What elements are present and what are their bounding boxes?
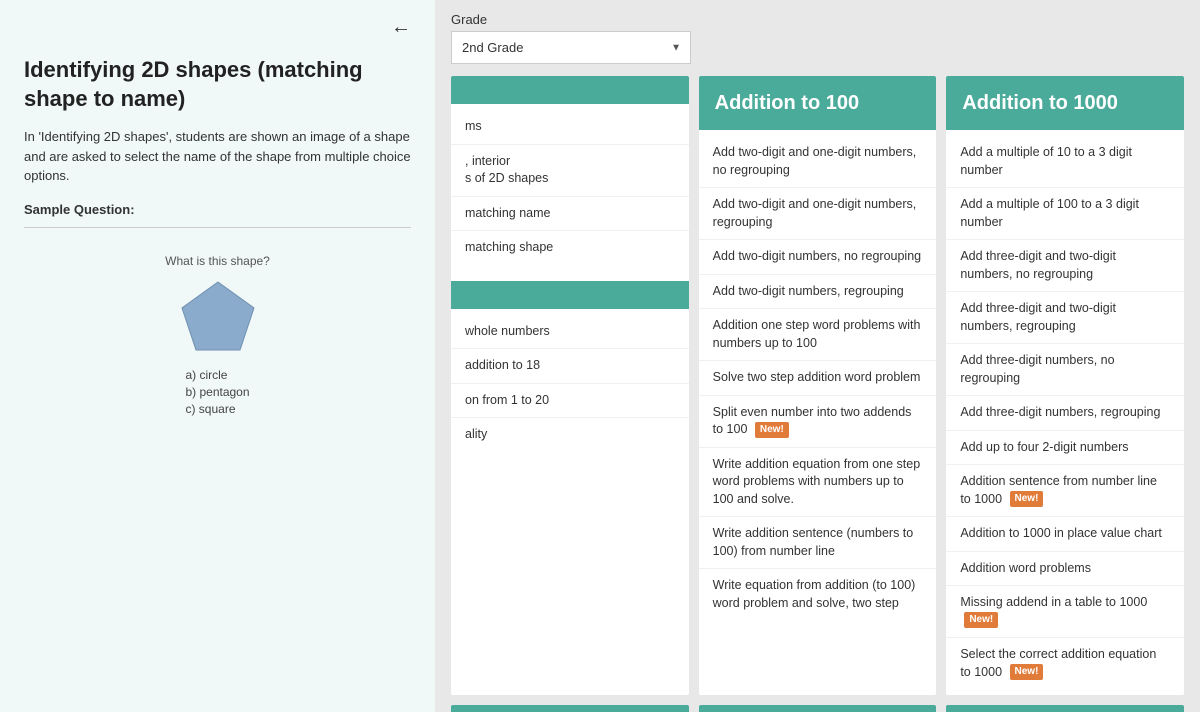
- list-item[interactable]: Write addition sentence (numbers to 100)…: [699, 517, 937, 569]
- list-item[interactable]: Addition sentence from number line to 10…: [946, 465, 1184, 517]
- list-item[interactable]: , interiors of 2D shapes: [451, 145, 689, 197]
- list-item[interactable]: Addition to 1000 in place value chart: [946, 517, 1184, 552]
- divider: [24, 227, 411, 228]
- col1-items2: whole numbers addition to 18 on from 1 t…: [451, 309, 689, 458]
- addition-to-100-items: Add two-digit and one-digit numbers, no …: [699, 130, 937, 626]
- col1-header2: [451, 281, 689, 309]
- new-badge: New!: [1010, 491, 1044, 507]
- list-item[interactable]: Addition word problems: [946, 552, 1184, 587]
- addition-to-1000-card: Addition to 1000 Add a multiple of 10 to…: [946, 76, 1184, 695]
- col1-card: ms , interiors of 2D shapes matching nam…: [451, 76, 689, 695]
- bottom-col3-card: [946, 705, 1184, 712]
- bottom-col1-header: [451, 705, 689, 712]
- comparing-numbers-card: Comparing Numbers: [699, 705, 937, 712]
- grade-select-wrapper[interactable]: 2nd Grade 1st Grade 3rd Grade: [451, 31, 691, 64]
- list-item[interactable]: ms: [451, 110, 689, 145]
- answer-option-a[interactable]: a) circle: [185, 368, 249, 382]
- list-item[interactable]: ality: [451, 418, 689, 452]
- list-item[interactable]: Addition one step word problems with num…: [699, 309, 937, 361]
- sample-label: Sample Question:: [24, 202, 411, 217]
- grade-select-wrap: Grade 2nd Grade 1st Grade 3rd Grade: [451, 12, 691, 64]
- bottom-col3-header: [946, 705, 1184, 712]
- sample-question-text: What is this shape?: [165, 254, 270, 268]
- addition-to-1000-header: Addition to 1000: [946, 76, 1184, 130]
- right-panel: Grade 2nd Grade 1st Grade 3rd Grade ms ,…: [435, 0, 1200, 712]
- grade-row: Grade 2nd Grade 1st Grade 3rd Grade: [451, 12, 1184, 64]
- answer-options: a) circle b) pentagon c) square: [185, 368, 249, 419]
- list-item[interactable]: on from 1 to 20: [451, 384, 689, 419]
- list-item[interactable]: Add two-digit numbers, no regrouping: [699, 240, 937, 275]
- addition-to-1000-items: Add a multiple of 10 to a 3 digit number…: [946, 130, 1184, 695]
- answer-option-b[interactable]: b) pentagon: [185, 385, 249, 399]
- left-panel: ← Identifying 2D shapes (matching shape …: [0, 0, 435, 712]
- list-item[interactable]: Solve two step addition word problem: [699, 361, 937, 396]
- answer-option-c[interactable]: c) square: [185, 402, 249, 416]
- comparing-numbers-header: Comparing Numbers: [699, 705, 937, 712]
- list-item[interactable]: Missing addend in a table to 1000 New!: [946, 586, 1184, 638]
- addition-to-100-header: Addition to 100: [699, 76, 937, 130]
- list-item[interactable]: Add three-digit numbers, regrouping: [946, 396, 1184, 431]
- bottom-col1-card: [451, 705, 689, 712]
- list-item[interactable]: Add three-digit numbers, no regrouping: [946, 344, 1184, 396]
- list-item[interactable]: matching shape: [451, 231, 689, 265]
- new-badge: New!: [755, 422, 789, 438]
- grade-label: Grade: [451, 12, 691, 27]
- list-item[interactable]: Add up to four 2-digit numbers: [946, 431, 1184, 466]
- list-item[interactable]: whole numbers: [451, 315, 689, 350]
- list-item[interactable]: matching name: [451, 197, 689, 232]
- col1-items: ms , interiors of 2D shapes matching nam…: [451, 104, 689, 271]
- list-item[interactable]: Add three-digit and two-digit numbers, r…: [946, 292, 1184, 344]
- list-item[interactable]: Add two-digit and one-digit numbers, reg…: [699, 188, 937, 240]
- pentagon-shape: [178, 278, 258, 354]
- description-text: In 'Identifying 2D shapes', students are…: [24, 127, 411, 186]
- list-item[interactable]: Select the correct addition equation to …: [946, 638, 1184, 689]
- bottom-row: Comparing Numbers: [451, 705, 1184, 712]
- list-item[interactable]: addition to 18: [451, 349, 689, 384]
- back-arrow-icon[interactable]: ←: [391, 16, 411, 39]
- list-item[interactable]: Split even number into two addends to 10…: [699, 396, 937, 448]
- list-item[interactable]: Add a multiple of 100 to a 3 digit numbe…: [946, 188, 1184, 240]
- addition-to-100-card: Addition to 100 Add two-digit and one-di…: [699, 76, 937, 695]
- list-item[interactable]: Add three-digit and two-digit numbers, n…: [946, 240, 1184, 292]
- grade-select[interactable]: 2nd Grade 1st Grade 3rd Grade: [451, 31, 691, 64]
- new-badge: New!: [1010, 664, 1044, 680]
- list-item[interactable]: Write addition equation from one step wo…: [699, 448, 937, 518]
- sample-box: What is this shape? a) circle b) pentago…: [24, 244, 411, 429]
- list-item[interactable]: Add two-digit numbers, regrouping: [699, 275, 937, 310]
- list-item[interactable]: Write equation from addition (to 100) wo…: [699, 569, 937, 620]
- new-badge: New!: [964, 612, 998, 628]
- main-grid: ms , interiors of 2D shapes matching nam…: [451, 76, 1184, 695]
- list-item[interactable]: Add two-digit and one-digit numbers, no …: [699, 136, 937, 188]
- col1-header: [451, 76, 689, 104]
- list-item[interactable]: Add a multiple of 10 to a 3 digit number: [946, 136, 1184, 188]
- page-title: Identifying 2D shapes (matching shape to…: [24, 56, 411, 113]
